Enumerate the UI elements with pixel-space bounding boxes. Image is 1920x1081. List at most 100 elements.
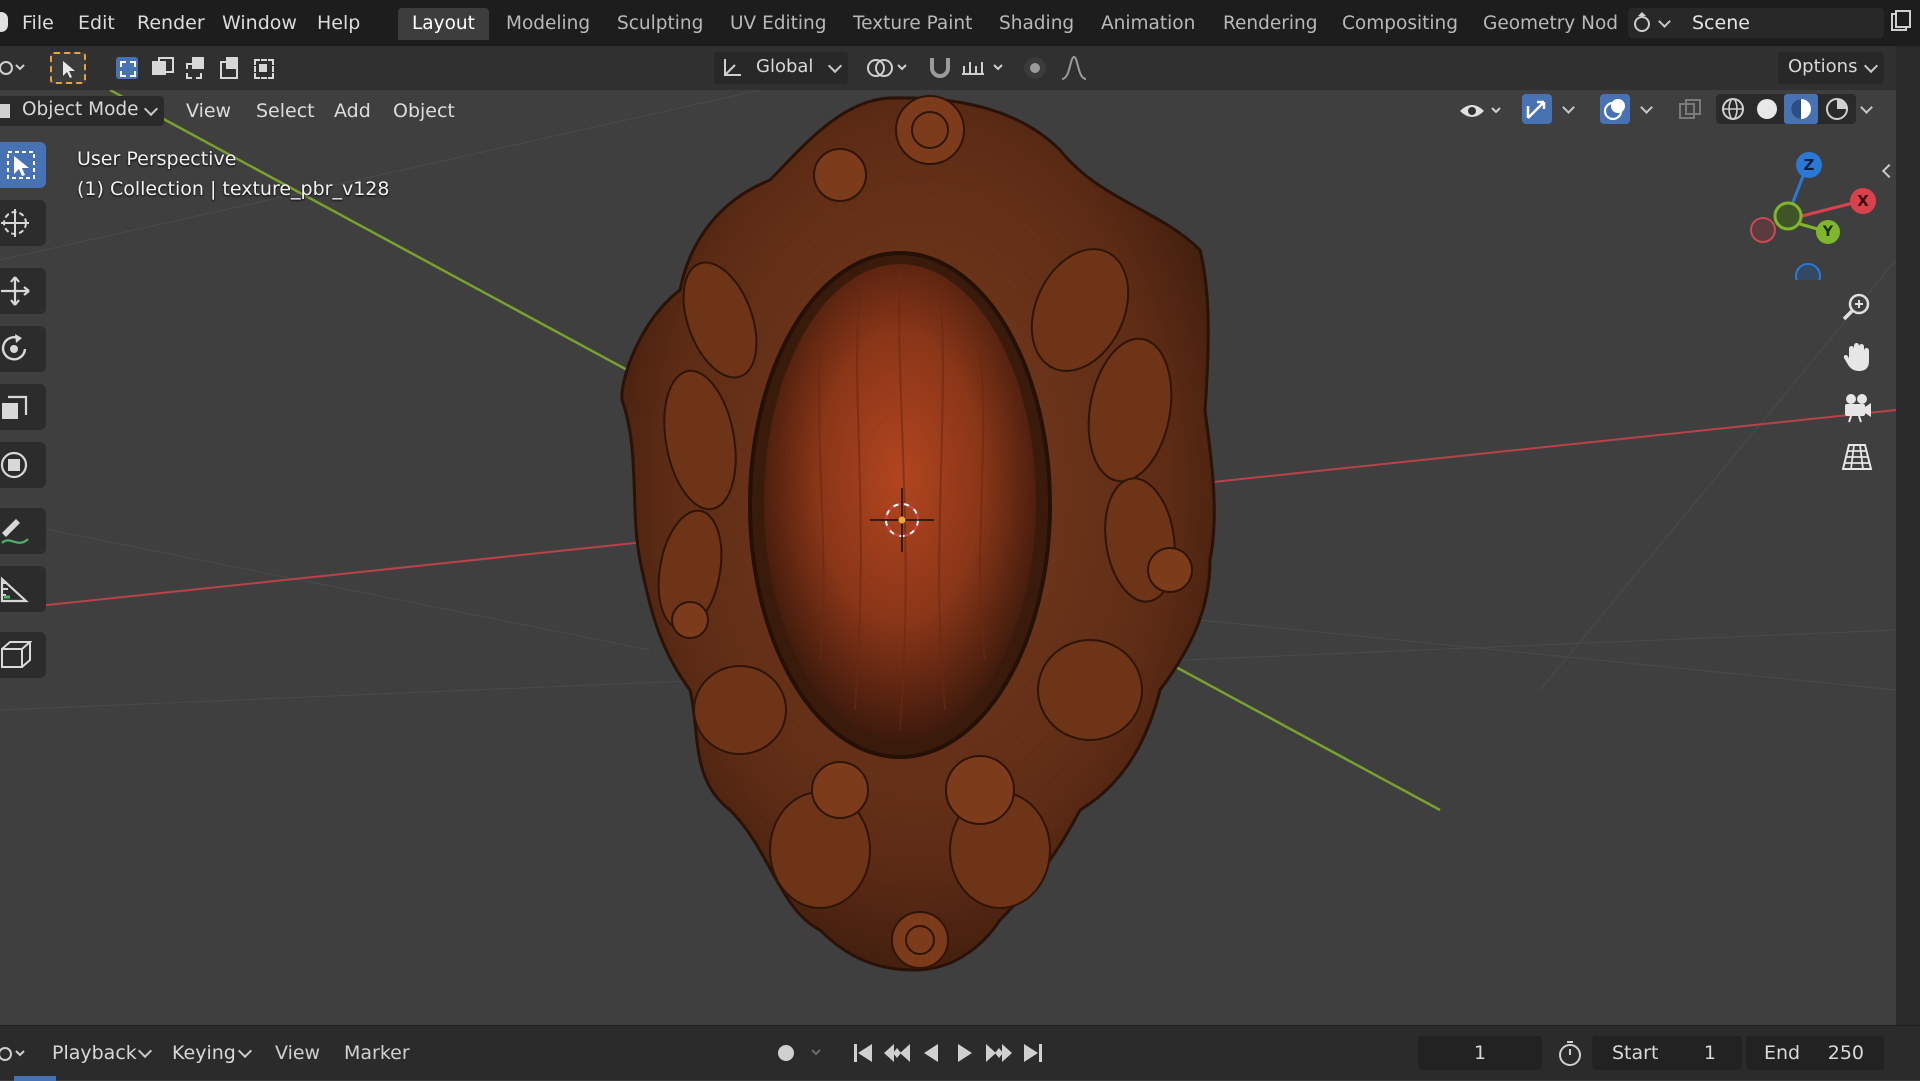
- transform-orientation-dropdown[interactable]: Global: [714, 52, 848, 84]
- zoom-button[interactable]: [1836, 286, 1878, 328]
- start-frame-field[interactable]: Start 1: [1592, 1036, 1742, 1070]
- gizmo-toggle-button[interactable]: [1522, 94, 1552, 124]
- select-new-icon[interactable]: [116, 57, 138, 79]
- chevron-down-icon: [1863, 58, 1879, 74]
- next-keyframe-icon[interactable]: [984, 1040, 1014, 1066]
- current-frame-field[interactable]: 1: [1418, 1036, 1542, 1070]
- tab-rendering[interactable]: Rendering: [1209, 8, 1331, 40]
- select-extend-icon[interactable]: [150, 57, 174, 79]
- header-menu-add[interactable]: Add: [334, 100, 371, 122]
- previous-keyframe-icon[interactable]: [882, 1040, 912, 1066]
- camera-view-button[interactable]: [1836, 386, 1878, 428]
- tab-compositing[interactable]: Compositing: [1328, 8, 1472, 40]
- header-menu-object[interactable]: Object: [393, 100, 455, 122]
- proportional-editing-icon[interactable]: [1020, 53, 1050, 83]
- start-frame-value: 1: [1703, 1042, 1716, 1064]
- proportional-falloff-icon[interactable]: [1058, 53, 1118, 83]
- shading-chevron-icon[interactable]: [1860, 101, 1873, 114]
- cursor-arrow-icon: [63, 61, 75, 78]
- 3d-viewport[interactable]: User Perspective (1) Collection | textur…: [0, 90, 1896, 1025]
- tab-shading[interactable]: Shading: [985, 8, 1088, 40]
- menu-render[interactable]: Render: [137, 12, 205, 34]
- menu-edit[interactable]: Edit: [78, 12, 115, 34]
- tool-measure[interactable]: [0, 566, 46, 612]
- solid-shading-icon[interactable]: [1754, 96, 1780, 122]
- scene-selector[interactable]: Scene: [1628, 8, 1884, 38]
- tab-modeling[interactable]: Modeling: [492, 8, 604, 40]
- gizmo-chevron-icon[interactable]: [1562, 101, 1575, 114]
- timeline-menu-view[interactable]: View: [275, 1042, 320, 1064]
- jump-to-end-icon[interactable]: [1020, 1040, 1046, 1066]
- navigation-gizmo[interactable]: Z X Y: [1730, 140, 1880, 280]
- menu-file[interactable]: File: [22, 12, 54, 34]
- tool-scale[interactable]: [0, 384, 46, 430]
- perspective-toggle-button[interactable]: [1836, 436, 1878, 478]
- tab-texture-paint[interactable]: Texture Paint: [839, 8, 986, 40]
- record-keyframe-icon[interactable]: [772, 1038, 828, 1068]
- blender-logo-icon[interactable]: [0, 12, 8, 32]
- keying-dropdown[interactable]: Keying: [162, 1036, 258, 1070]
- view-perspective-label: User Perspective: [77, 148, 237, 170]
- timeline-editor-type-icon[interactable]: [0, 1042, 30, 1066]
- chevron-down-icon: [143, 101, 159, 117]
- header-menu-view[interactable]: View: [186, 100, 231, 122]
- overlays-icon: [1603, 99, 1625, 121]
- end-frame-value: 250: [1827, 1042, 1864, 1064]
- material-preview-shading-button[interactable]: [1784, 94, 1818, 124]
- scene-name[interactable]: Scene: [1692, 12, 1750, 34]
- pivot-point-icon[interactable]: [864, 52, 916, 84]
- rotate-icon: [1, 334, 27, 361]
- active-tool-button[interactable]: [50, 52, 86, 84]
- move-arrows-icon: [1, 276, 30, 306]
- tab-animation[interactable]: Animation: [1087, 8, 1209, 40]
- wireframe-shading-icon[interactable]: [1720, 96, 1746, 122]
- tab-uv-editing[interactable]: UV Editing: [716, 8, 841, 40]
- shading-mode-group: [1716, 94, 1856, 124]
- play-icon[interactable]: [952, 1040, 978, 1066]
- overlays-chevron-icon[interactable]: [1640, 101, 1653, 114]
- properties-panel-edge[interactable]: [1896, 46, 1920, 1025]
- tool-annotate[interactable]: [0, 508, 46, 554]
- gizmo-y-icon[interactable]: Y: [1816, 220, 1840, 244]
- tool-rotate[interactable]: [0, 326, 46, 372]
- rendered-shading-icon[interactable]: [1824, 96, 1850, 122]
- chevron-down-icon: [827, 58, 843, 74]
- timeline-menu-marker[interactable]: Marker: [344, 1042, 410, 1064]
- annotate-pencil-icon: [1, 519, 29, 544]
- tool-move[interactable]: [0, 268, 46, 314]
- frame-progress-strip: [14, 1076, 56, 1081]
- tool-cursor[interactable]: [0, 200, 46, 246]
- play-reverse-icon[interactable]: [918, 1040, 944, 1066]
- mode-dropdown[interactable]: Object Mode: [0, 96, 164, 126]
- select-intersect-icon[interactable]: [252, 57, 274, 79]
- scene-chevron-icon: [1658, 15, 1671, 28]
- stopwatch-icon[interactable]: [1556, 1039, 1584, 1067]
- editor-type-icon[interactable]: [0, 56, 30, 80]
- select-subtract-icon[interactable]: [184, 57, 206, 79]
- menu-help[interactable]: Help: [317, 12, 360, 34]
- header-menu-select[interactable]: Select: [256, 100, 315, 122]
- tab-geometry-nodes[interactable]: Geometry Nod: [1469, 8, 1632, 40]
- active-collection-label: (1) Collection | texture_pbr_v128: [77, 178, 390, 200]
- gizmo-x-icon[interactable]: X: [1850, 188, 1876, 214]
- snap-increment-icon[interactable]: [958, 52, 1012, 84]
- menu-window[interactable]: Window: [222, 12, 297, 34]
- visibility-eye-icon[interactable]: [1458, 96, 1508, 126]
- gizmo-z-icon[interactable]: Z: [1796, 152, 1822, 178]
- overlays-toggle-button[interactable]: [1600, 94, 1630, 124]
- tab-layout[interactable]: Layout: [398, 8, 489, 40]
- tab-sculpting[interactable]: Sculpting: [603, 8, 717, 40]
- tool-select-box[interactable]: [0, 142, 46, 188]
- snap-magnet-icon[interactable]: [926, 54, 954, 82]
- viewport-header: Object Mode View Select Add Object: [0, 90, 1920, 132]
- xray-toggle-icon[interactable]: [1676, 96, 1704, 124]
- new-scene-icon[interactable]: [1890, 10, 1912, 34]
- pan-button[interactable]: [1836, 336, 1878, 378]
- tool-add-cube[interactable]: [0, 632, 46, 678]
- options-dropdown[interactable]: Options: [1778, 52, 1884, 84]
- select-invert-icon[interactable]: [218, 57, 240, 79]
- jump-to-start-icon[interactable]: [850, 1040, 876, 1066]
- tool-transform[interactable]: [0, 442, 46, 488]
- end-frame-field[interactable]: End 250: [1746, 1036, 1884, 1070]
- playback-dropdown[interactable]: Playback: [40, 1036, 158, 1070]
